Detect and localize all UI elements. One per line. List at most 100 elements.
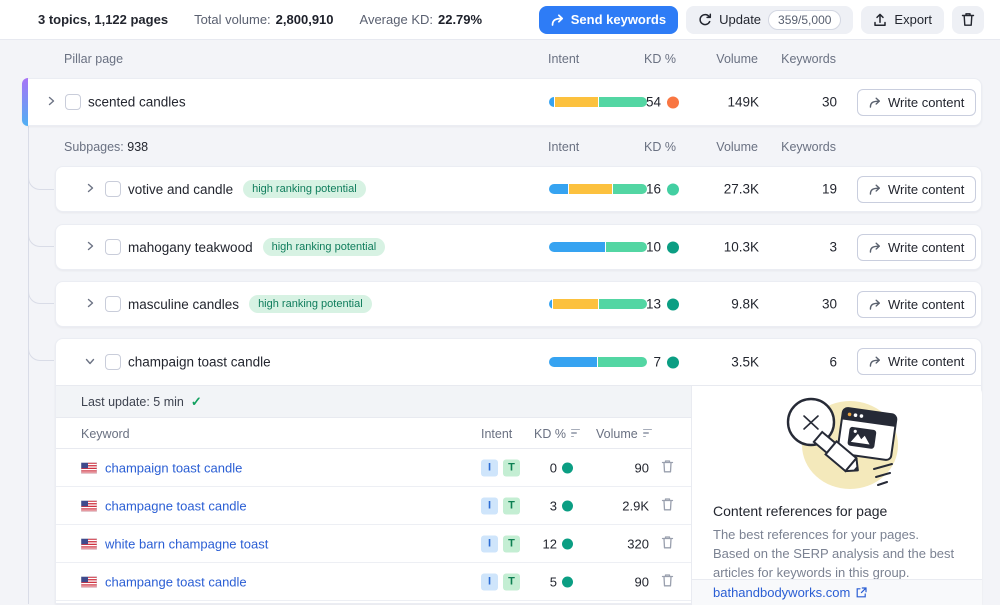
average-kd-stat: Average KD:22.79%: [360, 12, 483, 27]
keyword-row: champange toast candle IT 5 90: [56, 563, 691, 601]
kd-cell: 0: [491, 460, 573, 475]
write-content-button[interactable]: Write content: [857, 176, 976, 203]
reference-domain-link[interactable]: bathandbodyworks.com: [713, 585, 850, 600]
delete-keyword-button[interactable]: [661, 459, 674, 476]
kd-cell: 12: [491, 536, 573, 551]
keyword-row: white barn champagne toast IT 12 320: [56, 525, 691, 563]
subpages-count: 938: [127, 140, 148, 154]
write-content-button[interactable]: Write content: [857, 234, 976, 261]
subpage-row-expanded[interactable]: champaign toast candle 7 3.5K 6 Write co…: [56, 339, 981, 386]
expand-chevron-icon[interactable]: [85, 238, 95, 256]
collapse-chevron-icon[interactable]: [85, 353, 95, 371]
volume-value: 9.8K: [691, 297, 759, 312]
write-arrow-icon: [869, 299, 881, 310]
volume-value: 2.9K: [591, 498, 649, 513]
col-header-volume: Volume: [596, 427, 652, 441]
volume-value: 149K: [691, 95, 759, 110]
delete-topics-button[interactable]: [952, 6, 984, 34]
keyword-name-cell: white barn champagne toast: [81, 536, 268, 551]
toolbar-actions: Send keywords Update 359/5,000 Export: [539, 6, 984, 34]
keyword-link[interactable]: champaign toast candle: [105, 460, 242, 475]
last-update-bar: Last update: 5 min ✓: [56, 386, 691, 418]
row-checkbox[interactable]: [105, 296, 121, 312]
us-flag-icon: [81, 462, 97, 473]
summary-stats: 3 topics, 1,122 pages Total volume:2,800…: [38, 12, 482, 27]
keyword-name-cell: champange toast candle: [81, 574, 247, 589]
tree-branch: [28, 337, 54, 361]
expand-chevron-icon[interactable]: [85, 295, 95, 313]
send-arrow-icon: [551, 14, 564, 26]
kd-dot: [667, 241, 679, 253]
kd-dot: [667, 356, 679, 368]
external-link-icon: [856, 587, 867, 598]
trash-icon: [961, 12, 975, 27]
kd-value: 12: [543, 536, 557, 551]
delete-keyword-button[interactable]: [661, 535, 674, 552]
pillar-page-name: scented candles: [88, 95, 186, 110]
kd-dot: [667, 96, 679, 108]
write-content-button[interactable]: Write content: [857, 348, 976, 375]
row-checkbox[interactable]: [105, 239, 121, 255]
trash-icon: [661, 459, 674, 473]
kd-value: 10: [646, 240, 661, 255]
keyword-table-header: Keyword Intent KD % Volume: [56, 418, 691, 449]
kd-value: 13: [646, 297, 661, 312]
subpage-name-wrap: votive and candlehigh ranking potential: [128, 180, 366, 198]
kd-dot: [667, 298, 679, 310]
subpage-name-wrap: masculine candleshigh ranking potential: [128, 295, 372, 313]
keyword-link[interactable]: white barn champagne toast: [105, 536, 268, 551]
pillar-row[interactable]: scented candles 54 149K 30 Write content: [22, 78, 982, 126]
subpage-row[interactable]: masculine candleshigh ranking potential …: [55, 281, 982, 327]
row-checkbox[interactable]: [105, 354, 121, 370]
subpage-name-wrap: mahogany teakwoodhigh ranking potential: [128, 238, 385, 256]
trash-icon: [661, 535, 674, 549]
expand-chevron-icon[interactable]: [85, 180, 95, 198]
delete-keyword-button[interactable]: [661, 497, 674, 514]
volume-value: 3.5K: [691, 355, 759, 370]
keyword-link[interactable]: champange toast candle: [105, 574, 247, 589]
write-content-button[interactable]: Write content: [857, 291, 976, 318]
col-header-volume: Volume: [690, 140, 758, 154]
kd-cell: 3: [491, 498, 573, 513]
volume-value: 27.3K: [691, 182, 759, 197]
keyword-name-cell: champagne toast candle: [81, 498, 247, 513]
kd-cell: 5: [491, 574, 573, 589]
keywords-count: 6: [771, 355, 837, 370]
references-title: Content references for page: [713, 503, 887, 519]
col-header-keywords: Keywords: [770, 140, 836, 154]
col-header-keyword: Keyword: [81, 427, 130, 441]
kd-sort-icon[interactable]: [571, 429, 580, 440]
row-checkbox[interactable]: [105, 181, 121, 197]
kd-value: 3: [550, 498, 557, 513]
keywords-count: 19: [771, 182, 837, 197]
expand-chevron-icon[interactable]: [46, 93, 56, 111]
col-header-kd: KD %: [600, 140, 676, 154]
export-button[interactable]: Export: [861, 6, 944, 34]
kd-cell: 16: [561, 182, 679, 197]
kd-value: 54: [646, 95, 661, 110]
kd-value: 0: [550, 460, 557, 475]
col-header-intent: Intent: [548, 52, 579, 66]
kd-value: 5: [550, 574, 557, 589]
kd-dot: [562, 576, 573, 587]
keyword-link[interactable]: champagne toast candle: [105, 498, 247, 513]
write-content-button[interactable]: Write content: [857, 89, 976, 116]
row-checkbox[interactable]: [65, 94, 81, 110]
export-icon: [873, 13, 887, 27]
write-arrow-icon: [869, 184, 881, 195]
col-header-intent: Intent: [548, 140, 579, 154]
send-keywords-button[interactable]: Send keywords: [539, 6, 678, 34]
update-button[interactable]: Update 359/5,000: [686, 6, 853, 34]
delete-keyword-button[interactable]: [661, 573, 674, 590]
subpage-name: masculine candles: [128, 297, 239, 312]
volume-sort-icon[interactable]: [643, 429, 652, 440]
subpage-row[interactable]: mahogany teakwoodhigh ranking potential …: [55, 224, 982, 270]
subpage-row[interactable]: votive and candlehigh ranking potential …: [55, 166, 982, 212]
kd-dot: [667, 183, 679, 195]
volume-value: 320: [591, 536, 649, 551]
col-header-volume: Volume: [690, 52, 758, 66]
keyword-row: champaign toast candle IT 0 90: [56, 449, 691, 487]
references-description: The best references for your pages. Base…: [713, 525, 954, 582]
kd-dot: [562, 462, 573, 473]
kd-cell: 7: [561, 355, 679, 370]
